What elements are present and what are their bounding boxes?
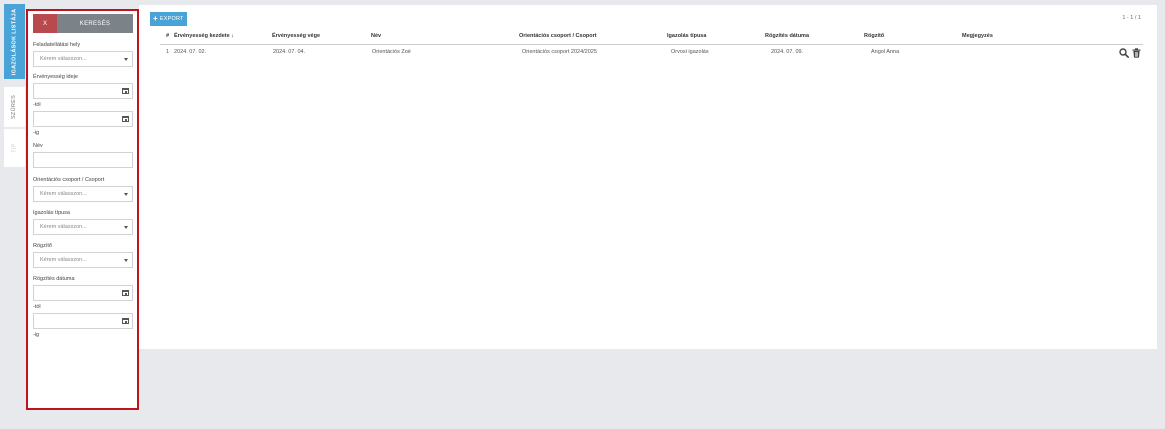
tab-filter[interactable]: Szűrés: [4, 87, 25, 127]
col-record-date-header[interactable]: Rögzítés dátuma: [765, 33, 809, 39]
tab-filter-label: Szűrés: [11, 94, 18, 120]
tab-certificate-list-label: Igazolások listája: [11, 8, 18, 75]
col-name-header[interactable]: Név: [371, 33, 381, 39]
cell-record-date: 2024. 07. 09.: [771, 49, 804, 55]
type-label: Igazolás típusa: [33, 210, 70, 216]
chevron-down-icon: [124, 193, 128, 196]
name-label: Név: [33, 143, 43, 149]
type-placeholder: Kérem válasszon...: [40, 224, 87, 230]
col-group-header[interactable]: Orientációs csoport / Csoport: [519, 33, 597, 39]
calendar-icon[interactable]: [122, 290, 129, 296]
recorder-select[interactable]: Kérem válasszon...: [33, 252, 133, 268]
calendar-icon[interactable]: [122, 88, 129, 94]
cell-group: Orientációs csoport 2024/2025: [522, 49, 597, 55]
cell-type: Orvosi igazolás: [671, 49, 709, 55]
calendar-icon[interactable]: [122, 318, 129, 324]
record-date-from-suffix: -tól: [33, 304, 41, 310]
record-date-to-suffix: -ig: [33, 332, 40, 338]
group-placeholder: Kérem válasszon...: [40, 191, 87, 197]
cell-name: Orientációs Zoé: [372, 49, 411, 55]
record-date-from-input[interactable]: [33, 285, 133, 301]
table-header: # Érvényesség kezdete ↓ Érvényesség vége…: [139, 33, 1157, 43]
location-placeholder: Kérem válasszon...: [40, 56, 87, 62]
export-label: EXPORT: [159, 16, 184, 22]
cell-recorder: Angol Anna: [871, 49, 900, 55]
pagination-info: 1 - 1 / 1: [1122, 15, 1141, 21]
vertical-tab-strip: Igazolások listája Szűrés Típ: [4, 4, 25, 167]
recorder-placeholder: Kérem válasszon...: [40, 257, 87, 263]
plus-icon: +: [153, 14, 158, 23]
group-select[interactable]: Kérem válasszon...: [33, 186, 133, 202]
validity-label: Érvényesség ideje: [33, 74, 78, 80]
trash-icon[interactable]: [1132, 48, 1141, 58]
record-date-label: Rögzítés dátuma: [33, 276, 75, 282]
validity-from-suffix: -tól: [33, 102, 41, 108]
chevron-down-icon: [124, 259, 128, 262]
clear-filter-button[interactable]: X: [33, 14, 57, 33]
tab-other[interactable]: Típ: [4, 129, 25, 167]
cell-valid-from: 2024. 07. 02.: [174, 49, 207, 55]
name-input[interactable]: [33, 152, 133, 168]
table-row[interactable]: 1 2024. 07. 02. 2024. 07. 04. Orientáció…: [139, 49, 1157, 59]
chevron-down-icon: [124, 226, 128, 229]
export-button[interactable]: + EXPORT: [150, 12, 187, 26]
calendar-icon[interactable]: [122, 116, 129, 122]
validity-from-input[interactable]: [33, 83, 133, 99]
validity-to-suffix: -ig: [33, 130, 40, 136]
filter-panel: X KERESÉS Feladatellátási hely Kérem vál…: [26, 9, 139, 410]
location-select[interactable]: Kérem válasszon...: [33, 51, 133, 67]
cell-valid-to: 2024. 07. 04.: [273, 49, 306, 55]
group-label: Orientációs csoport / Csoport: [33, 177, 105, 183]
recorder-label: Rögzítő: [33, 243, 52, 249]
chevron-down-icon: [124, 58, 128, 61]
cell-index: 1: [166, 49, 170, 55]
search-icon[interactable]: [1119, 48, 1129, 58]
main-panel: + EXPORT 1 - 1 / 1 # Érvényesség kezdete…: [139, 5, 1157, 349]
col-note-header[interactable]: Megjegyzés: [962, 33, 993, 39]
tab-certificate-list[interactable]: Igazolások listája: [4, 4, 25, 79]
tab-other-label: Típ: [11, 143, 18, 153]
record-date-to-input[interactable]: [33, 313, 133, 329]
col-valid-to-header[interactable]: Érvényesség vége: [272, 33, 320, 39]
filter-button-row: X KERESÉS: [33, 14, 133, 33]
header-divider: [160, 44, 1143, 45]
search-button[interactable]: KERESÉS: [57, 14, 133, 33]
location-label: Feladatellátási hely: [33, 42, 81, 48]
col-valid-from-header[interactable]: Érvényesség kezdete ↓: [174, 33, 234, 39]
col-recorder-header[interactable]: Rögzítő: [864, 33, 884, 39]
col-type-header[interactable]: Igazolás típusa: [667, 33, 706, 39]
validity-to-input[interactable]: [33, 111, 133, 127]
col-index-header: #: [166, 33, 170, 39]
type-select[interactable]: Kérem válasszon...: [33, 219, 133, 235]
